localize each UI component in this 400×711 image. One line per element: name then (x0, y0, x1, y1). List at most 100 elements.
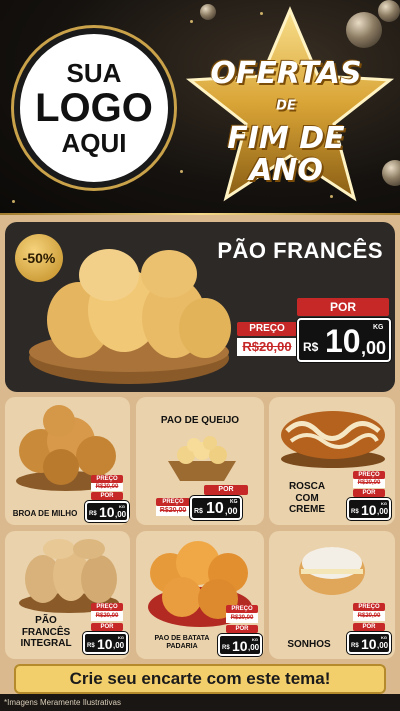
price-tag: PREÇO R$20,00 POR R$ 10 ,00 KG (345, 603, 393, 657)
currency-symbol: R$ (351, 643, 359, 649)
new-price-box: R$ 10 ,00 KG (83, 632, 128, 654)
price-tag: POR PREÇO R$20,00 R$ 10 ,00 KG (156, 485, 260, 523)
price-unit: KG (230, 499, 238, 505)
product-name-line1: PAO DE BATATA (154, 635, 210, 642)
currency-symbol: R$ (194, 508, 203, 515)
price-tag: PREÇO R$20,00 POR R$ 10 ,00 KG (85, 475, 129, 523)
por-label: POR (204, 485, 248, 495)
product-name: SONHOS (287, 639, 331, 650)
old-price: R$20,00 (353, 479, 385, 488)
product-name-line2: COM (295, 492, 319, 504)
logo-placeholder[interactable]: SUA LOGO AQUI (14, 28, 174, 188)
old-price: R$20,00 (156, 506, 190, 516)
new-price-box: R$ 10 ,00 KG (347, 498, 391, 520)
price-decimals: ,00 (115, 510, 127, 519)
sonho-image (299, 547, 365, 595)
old-price: R$20,00 (226, 613, 258, 623)
new-price-box: R$ 10 ,00 KG (85, 501, 129, 522)
price-decimals: ,00 (377, 641, 389, 650)
sparkle-decoration (12, 200, 15, 203)
logo-line1: SUA (66, 58, 122, 88)
por-label: POR (353, 623, 385, 631)
old-price: R$20,00 (237, 338, 297, 356)
logo-line2: LOGO (35, 86, 153, 130)
price-unit: KG (252, 637, 258, 642)
hero-title: PÃO FRANCÊS (217, 238, 383, 263)
product-name-line1: ROSCA (288, 481, 326, 492)
price-decimals: ,00 (225, 506, 238, 516)
price-integer: 10 (232, 638, 248, 654)
price-integer: 10 (325, 323, 361, 359)
currency-symbol: R$ (303, 340, 319, 354)
product-name-line2: FRANCÊS (21, 626, 71, 638)
product-name: PAO DE BATATA PADARIA (142, 635, 222, 651)
price-decimals: ,00 (361, 338, 387, 358)
por-label: POR (353, 489, 385, 497)
price-decimals: ,00 (248, 643, 260, 652)
product-name-line3: INTEGRAL (20, 638, 72, 649)
price-unit: KG (118, 635, 124, 640)
por-label: POR (297, 298, 389, 316)
product-card-sonhos[interactable]: SONHOS PREÇO R$20,00 POR R$ 10 ,00 KG (269, 531, 395, 659)
promo-title: OFERTAS DE FIM DE ANO (196, 58, 376, 187)
price-tag: PREÇO R$20,00 POR R$ 10 ,00 KG (218, 605, 264, 657)
product-card-rosca-com-creme[interactable]: ROSCA COM CREME PREÇO R$20,00 POR R$ 10 … (269, 397, 395, 525)
price-tag: PREÇO R$20,00 POR R$ 10 ,00 KG (345, 471, 393, 521)
new-price-box: R$ 10 ,00 KG (297, 318, 391, 362)
cta-button[interactable]: Crie seu encarte com este tema! (14, 664, 386, 694)
currency-symbol: R$ (89, 511, 97, 517)
currency-symbol: R$ (222, 645, 230, 651)
currency-symbol: R$ (351, 509, 359, 515)
price-decimals: ,00 (113, 641, 125, 650)
price-integer: 10 (99, 504, 115, 520)
product-card-broa-de-milho[interactable]: BROA DE MILHO PREÇO R$20,00 POR R$ 10 ,0… (5, 397, 130, 525)
price-integer: 10 (361, 502, 377, 518)
price-integer: 10 (97, 636, 113, 652)
product-name-line2: PADARIA (166, 643, 198, 651)
disclaimer-text: *Imagens Meramente Ilustrativas (4, 698, 121, 707)
product-name-line3: CREME (288, 504, 326, 515)
por-label: POR (91, 623, 123, 631)
new-price-box: R$ 10 ,00 KG (347, 632, 391, 654)
price-unit: KG (373, 324, 384, 331)
header-banner: OFERTAS DE FIM DE ANO SUA LOGO AQUI (0, 0, 400, 215)
product-name: PÃO FRANCÊS INTEGRAL (11, 615, 81, 650)
pao-de-queijo-image (168, 436, 236, 481)
preco-label: PREÇO (91, 475, 123, 483)
preco-label: PREÇO (156, 498, 190, 506)
rosca-image (281, 411, 385, 468)
price-unit: KG (381, 635, 387, 640)
product-card-pao-frances-integral[interactable]: PÃO FRANCÊS INTEGRAL PREÇO R$20,00 POR R… (5, 531, 130, 659)
promo-de: DE (276, 98, 296, 114)
price-unit: KG (381, 501, 387, 506)
hero-price-tag: POR PREÇO R$20,00 R$ 10 ,00 KG (237, 298, 392, 368)
promo-line2: FIM DE ANO (227, 120, 345, 188)
product-name: BROA DE MILHO (12, 509, 78, 518)
preco-label: PREÇO (353, 471, 385, 479)
product-name: PAO DE QUEIJO (160, 415, 240, 426)
por-label: POR (226, 625, 258, 633)
price-tag: PREÇO R$20,00 POR R$ 10 ,00 KG (83, 603, 129, 655)
product-name: ROSCA COM CREME (277, 481, 337, 516)
new-price-box: R$ 10 ,00 KG (218, 634, 262, 656)
promo-line1: OFERTAS (210, 56, 362, 91)
por-label: POR (91, 492, 123, 500)
preco-label: PREÇO (91, 603, 123, 611)
old-price: R$20,00 (91, 611, 123, 621)
new-price-box: R$ 10 ,00 KG (190, 496, 242, 520)
preco-label: PREÇO (226, 605, 258, 613)
currency-symbol: R$ (87, 643, 95, 649)
price-decimals: ,00 (377, 507, 389, 516)
logo-line3: AQUI (61, 128, 127, 158)
product-card-pao-de-queijo[interactable]: PAO DE QUEIJO POR PREÇO R$20,00 R$ 10 ,0… (136, 397, 264, 525)
preco-label: PREÇO (237, 322, 297, 336)
hero-product-card[interactable]: -50% PÃO FRANCÊS POR PREÇO R$20,00 R$ 10… (5, 222, 395, 392)
product-name-line1: PÃO (35, 615, 57, 626)
price-integer: 10 (361, 636, 377, 652)
old-price: R$20,00 (353, 611, 385, 621)
price-unit: KG (119, 504, 125, 509)
preco-label: PREÇO (353, 603, 385, 611)
cta-label: Crie seu encarte com este tema! (69, 669, 331, 688)
product-card-pao-de-batata[interactable]: PAO DE BATATA PADARIA PREÇO R$20,00 POR … (136, 531, 264, 659)
price-integer: 10 (206, 500, 224, 517)
